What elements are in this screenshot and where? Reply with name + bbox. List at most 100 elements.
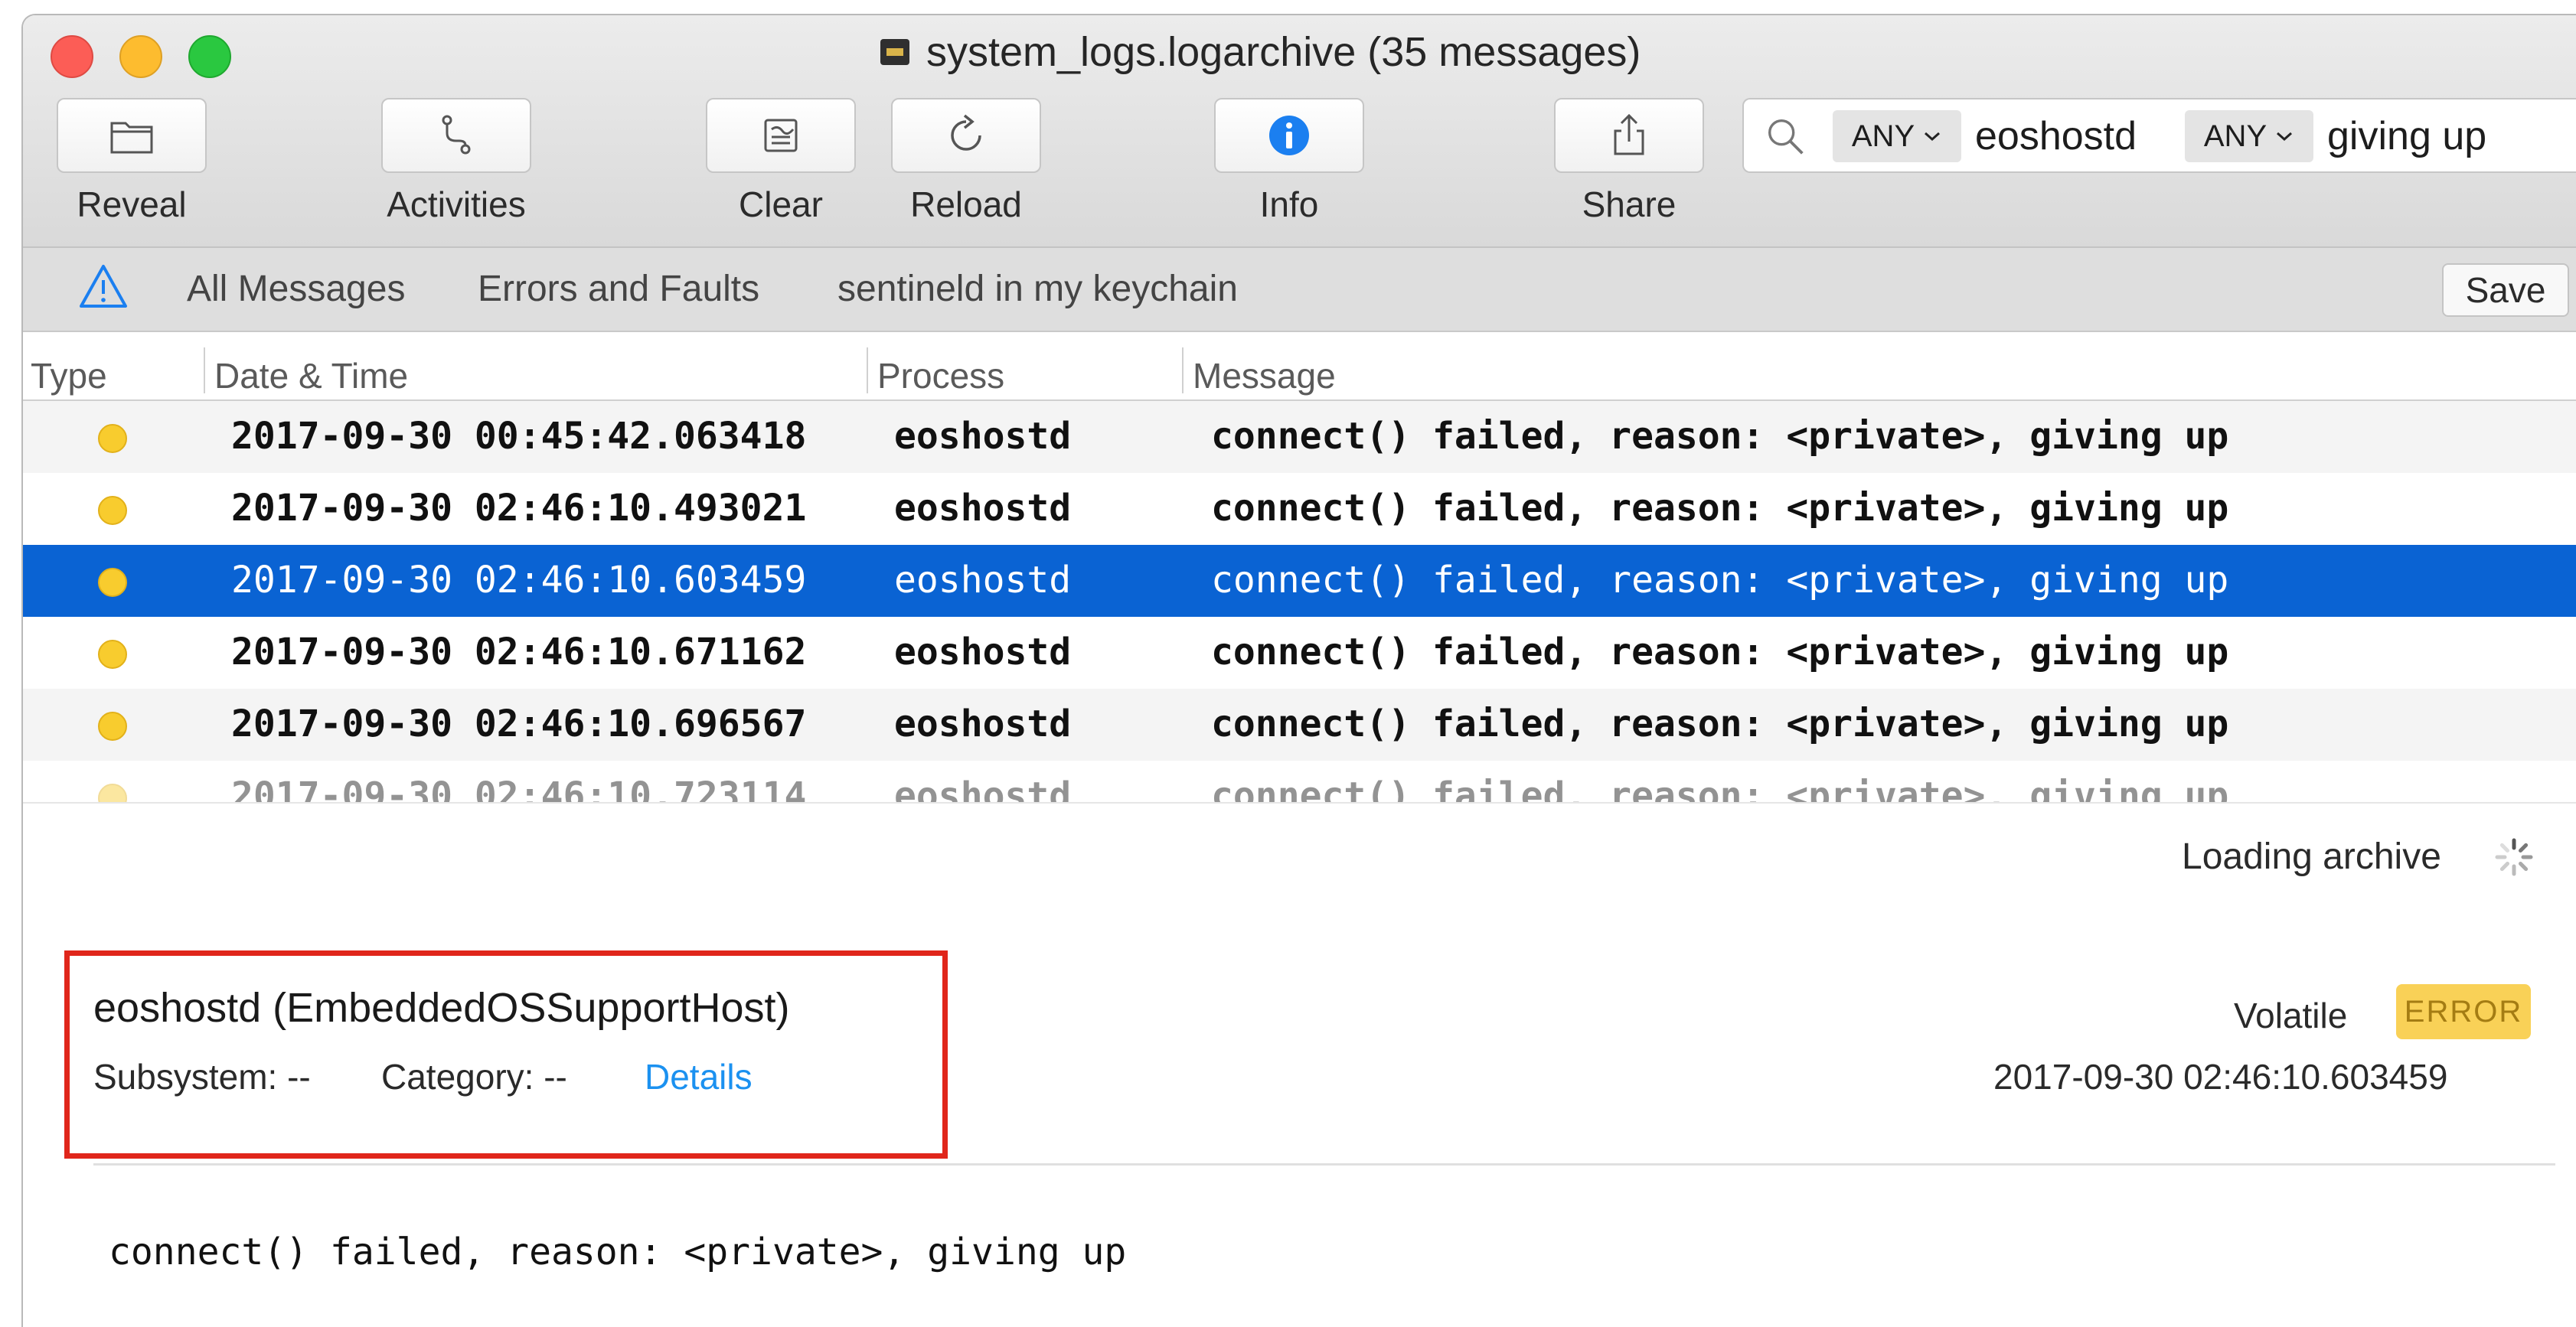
status-area: Loading archive (23, 802, 2576, 911)
activities-label: Activities (387, 184, 526, 224)
search-token-1-scope-label: ANY (1851, 119, 1915, 153)
column-header-message[interactable]: Message (1193, 355, 1336, 396)
error-type-dot (98, 568, 127, 597)
row-message: connect() failed, reason: <private>, giv… (1211, 774, 2229, 802)
search-icon (1768, 119, 1804, 155)
row-datetime: 2017-09-30 02:46:10.493021 (231, 487, 807, 530)
message-detail-pane: eoshostd (EmbeddedOSSupportHost) Subsyst… (23, 909, 2576, 1327)
folder-icon (110, 122, 153, 154)
row-message: connect() failed, reason: <private>, giv… (1211, 415, 2229, 458)
reveal-button[interactable] (57, 98, 207, 173)
column-divider[interactable] (204, 347, 205, 393)
logarchive-icon (880, 39, 909, 65)
row-message: connect() failed, reason: <private>, giv… (1211, 703, 2229, 745)
annotation-highlight-box (64, 950, 948, 1159)
table-row[interactable]: 2017-09-30 02:46:10.493021 eoshostd conn… (23, 473, 2576, 545)
reveal-label: Reveal (77, 184, 187, 224)
search-token-2-scope-label: ANY (2203, 119, 2267, 153)
row-message: connect() failed, reason: <private>, giv… (1211, 487, 2229, 530)
clear-icon (764, 119, 798, 152)
console-window: system_logs.logarchive (35 messages) Rev… (21, 14, 2576, 1327)
column-header-type[interactable]: Type (31, 355, 107, 396)
clear-label: Clear (739, 184, 823, 224)
table-row[interactable]: 2017-09-30 00:45:42.063418 eoshostd conn… (23, 401, 2576, 473)
activities-icon (442, 115, 471, 155)
search-token-1-value[interactable]: eoshostd (1975, 113, 2137, 159)
details-link[interactable]: Details (645, 1056, 753, 1097)
row-process: eoshostd (894, 415, 1072, 458)
warning-icon[interactable] (78, 263, 129, 311)
row-process: eoshostd (894, 631, 1072, 673)
zoom-window-button[interactable] (188, 35, 231, 78)
column-header-datetime[interactable]: Date & Time (214, 355, 408, 396)
share-icon (1614, 113, 1644, 155)
reload-icon (951, 114, 981, 151)
error-type-dot (98, 712, 127, 741)
search-token-2-scope[interactable]: ANY (2185, 110, 2313, 162)
info-label: Info (1259, 184, 1319, 224)
row-datetime: 2017-09-30 02:46:10.696567 (231, 703, 807, 745)
reload-tool[interactable]: Reload (891, 98, 1041, 225)
search-token-2-value[interactable]: giving up (2327, 113, 2486, 159)
row-datetime: 2017-09-30 02:46:10.723114 (231, 774, 807, 802)
clear-button[interactable] (706, 98, 856, 173)
error-type-dot (98, 640, 127, 669)
table-row[interactable]: 2017-09-30 02:46:10.696567 eoshostd conn… (23, 689, 2576, 761)
minimize-window-button[interactable] (119, 35, 162, 78)
share-tool[interactable]: Share (1554, 98, 1704, 225)
row-datetime: 2017-09-30 02:46:10.671162 (231, 631, 807, 673)
table-row-selected[interactable]: 2017-09-30 02:46:10.603459 eoshostd conn… (23, 545, 2576, 617)
spinner-icon (2495, 838, 2533, 876)
filter-bar: All Messages Errors and Faults sentineld… (23, 248, 2576, 332)
chevron-down-icon (1925, 132, 1941, 142)
table-header: Type Date & Time Process Message (23, 332, 2576, 401)
share-label: Share (1582, 184, 1677, 224)
log-table-body: 2017-09-30 00:45:42.063418 eoshostd conn… (23, 401, 2576, 802)
row-process: eoshostd (894, 703, 1072, 745)
table-row[interactable]: 2017-09-30 02:46:10.671162 eoshostd conn… (23, 617, 2576, 689)
error-type-dot (98, 496, 127, 525)
error-badge: ERROR (2396, 984, 2531, 1039)
toolbar: system_logs.logarchive (35 messages) Rev… (23, 15, 2576, 248)
detail-message-text: connect() failed, reason: <private>, giv… (109, 1231, 1127, 1273)
detail-divider (93, 1163, 2555, 1166)
row-datetime: 2017-09-30 00:45:42.063418 (231, 415, 807, 458)
reveal-tool[interactable]: Reveal (57, 98, 207, 225)
info-button[interactable] (1214, 98, 1364, 173)
filter-all-messages[interactable]: All Messages (187, 268, 405, 310)
share-button[interactable] (1554, 98, 1704, 173)
chevron-down-icon (2277, 132, 2293, 142)
info-icon (1269, 116, 1309, 155)
column-divider[interactable] (1182, 347, 1184, 393)
row-process: eoshostd (894, 774, 1072, 802)
filter-errors-and-faults[interactable]: Errors and Faults (478, 268, 759, 310)
detail-subsystem: Subsystem: -- (93, 1057, 311, 1097)
row-process: eoshostd (894, 487, 1072, 530)
reload-button[interactable] (891, 98, 1041, 173)
column-divider[interactable] (867, 347, 868, 393)
error-type-dot (98, 424, 127, 453)
detail-volatile-label: Volatile (2234, 996, 2348, 1035)
window-title-text: system_logs.logarchive (35 messages) (926, 29, 1641, 75)
search-token-1-scope[interactable]: ANY (1833, 110, 1961, 162)
loading-status: Loading archive (2182, 836, 2441, 877)
row-datetime: 2017-09-30 02:46:10.603459 (231, 559, 807, 602)
row-message: connect() failed, reason: <private>, giv… (1211, 559, 2229, 602)
detail-category: Category: -- (381, 1057, 567, 1097)
activities-button[interactable] (381, 98, 531, 173)
activities-tool[interactable]: Activities (381, 98, 531, 225)
filter-saved-search[interactable]: sentineld in my keychain (837, 268, 1238, 310)
info-tool[interactable]: Info (1214, 98, 1364, 225)
row-process: eoshostd (894, 559, 1072, 602)
window-title: system_logs.logarchive (35 messages) (880, 29, 1641, 75)
detail-process-name: eoshostd (EmbeddedOSSupportHost) (93, 985, 790, 1031)
search-field[interactable]: ANY eoshostd ANY giving up (1742, 98, 2576, 173)
reload-label: Reload (910, 184, 1022, 224)
save-search-button[interactable]: Save (2442, 263, 2569, 317)
row-message: connect() failed, reason: <private>, giv… (1211, 631, 2229, 673)
table-row[interactable]: 2017-09-30 02:46:10.723114 eoshostd conn… (23, 761, 2576, 802)
detail-timestamp: 2017-09-30 02:46:10.603459 (1993, 1057, 2448, 1097)
clear-tool[interactable]: Clear (706, 98, 856, 225)
column-header-process[interactable]: Process (877, 355, 1004, 396)
close-window-button[interactable] (51, 35, 93, 78)
